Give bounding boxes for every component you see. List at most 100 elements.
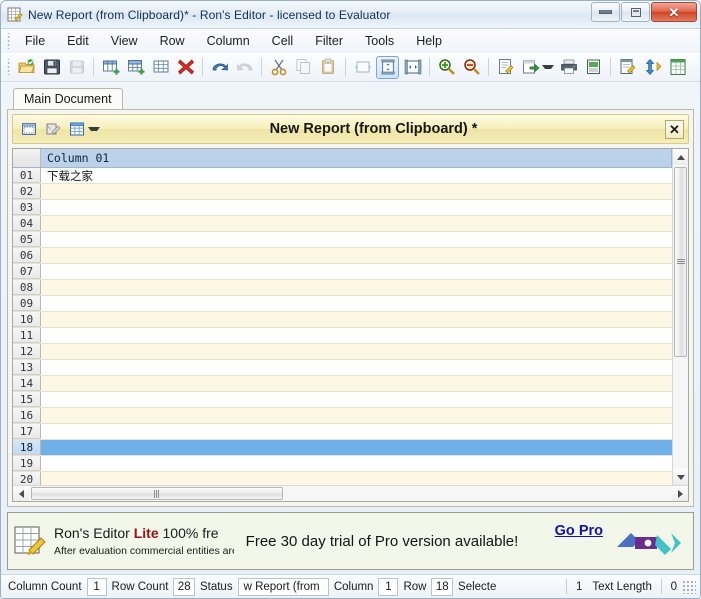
horizontal-scroll-track[interactable] bbox=[29, 486, 672, 501]
table-row[interactable]: 07 bbox=[13, 264, 672, 280]
table-row[interactable]: 04 bbox=[13, 216, 672, 232]
grid-cell[interactable] bbox=[41, 424, 672, 439]
row-header-cell[interactable]: 06 bbox=[13, 248, 41, 263]
grid-cell[interactable] bbox=[41, 376, 672, 391]
grid-cell[interactable] bbox=[41, 344, 672, 359]
row-header-cell[interactable]: 07 bbox=[13, 264, 41, 279]
grid-cell[interactable] bbox=[41, 232, 672, 247]
row-header-cell[interactable]: 20 bbox=[13, 472, 41, 485]
preview-icon[interactable] bbox=[582, 56, 605, 79]
scroll-left-button[interactable] bbox=[13, 486, 29, 501]
row-header-cell[interactable]: 14 bbox=[13, 376, 41, 391]
row-header-cell[interactable]: 12 bbox=[13, 344, 41, 359]
table-row[interactable]: 11 bbox=[13, 328, 672, 344]
close-document-button[interactable]: ✕ bbox=[665, 119, 684, 139]
menu-item-view[interactable]: View bbox=[100, 30, 149, 52]
grid-cell[interactable] bbox=[41, 312, 672, 327]
select-all-icon[interactable] bbox=[17, 118, 40, 141]
grid-cell[interactable] bbox=[41, 248, 672, 263]
save-file-icon[interactable] bbox=[40, 56, 63, 79]
table-row[interactable]: 01 下载之家 bbox=[13, 168, 672, 184]
redo-icon[interactable] bbox=[233, 56, 256, 79]
grid-cell[interactable] bbox=[41, 200, 672, 215]
transpose-icon[interactable] bbox=[641, 56, 664, 79]
close-window-button[interactable]: ✕ bbox=[651, 2, 697, 22]
table-row[interactable]: 05 bbox=[13, 232, 672, 248]
vertical-scrollbar[interactable] bbox=[672, 149, 688, 485]
table-row[interactable]: 16 bbox=[13, 408, 672, 424]
row-header-cell[interactable]: 02 bbox=[13, 184, 41, 199]
table-row[interactable]: 18 bbox=[13, 440, 672, 456]
table-row[interactable]: 17 bbox=[13, 424, 672, 440]
row-header-cell[interactable]: 17 bbox=[13, 424, 41, 439]
toolbar-grip-handle[interactable] bbox=[5, 59, 12, 75]
menu-item-row[interactable]: Row bbox=[149, 30, 196, 52]
vertical-scroll-track[interactable] bbox=[673, 165, 688, 469]
menu-item-file[interactable]: File bbox=[14, 30, 56, 52]
table-row[interactable]: 14 bbox=[13, 376, 672, 392]
table-row[interactable]: 08 bbox=[13, 280, 672, 296]
cut-icon[interactable] bbox=[267, 56, 290, 79]
row-header-cell[interactable]: 04 bbox=[13, 216, 41, 231]
row-header-cell[interactable]: 01 bbox=[13, 168, 41, 183]
clear-icon[interactable] bbox=[41, 118, 64, 141]
menu-item-cell[interactable]: Cell bbox=[261, 30, 305, 52]
vertical-scroll-thumb[interactable] bbox=[674, 167, 687, 357]
row-header-cell[interactable]: 16 bbox=[13, 408, 41, 423]
horizontal-scrollbar[interactable] bbox=[13, 485, 688, 501]
row-header-cell[interactable]: 10 bbox=[13, 312, 41, 327]
menu-grip-handle[interactable] bbox=[5, 33, 12, 49]
horizontal-scroll-thumb[interactable] bbox=[31, 487, 283, 500]
save-all-icon[interactable] bbox=[65, 56, 88, 79]
menu-item-filter[interactable]: Filter bbox=[304, 30, 354, 52]
grid-rows-viewport[interactable]: 01 下载之家 02 03 04 05 06 07 08 09 10 11 12 13 14 15 16 17 18… bbox=[13, 168, 672, 485]
table-row[interactable]: 03 bbox=[13, 200, 672, 216]
grid-cell[interactable] bbox=[41, 472, 672, 485]
grid-cell[interactable] bbox=[41, 264, 672, 279]
menu-item-help[interactable]: Help bbox=[405, 30, 453, 52]
open-file-icon[interactable] bbox=[15, 56, 38, 79]
grid-cell[interactable] bbox=[41, 360, 672, 375]
undo-icon[interactable] bbox=[208, 56, 231, 79]
grid-cell[interactable] bbox=[41, 440, 672, 455]
row-header-cell[interactable]: 08 bbox=[13, 280, 41, 295]
grid-cell[interactable]: 下载之家 bbox=[41, 168, 672, 183]
grid-cell[interactable] bbox=[41, 392, 672, 407]
grid-icon[interactable] bbox=[149, 56, 172, 79]
excel-export-icon[interactable] bbox=[666, 56, 689, 79]
edit-report-icon[interactable] bbox=[494, 56, 517, 79]
edit-document-icon[interactable] bbox=[616, 56, 639, 79]
scroll-down-button[interactable] bbox=[673, 469, 688, 485]
fit-selection-icon[interactable] bbox=[376, 55, 399, 79]
row-header-cell[interactable]: 05 bbox=[13, 232, 41, 247]
table-row[interactable]: 10 bbox=[13, 312, 672, 328]
row-header-cell[interactable]: 13 bbox=[13, 360, 41, 375]
fit-height-icon[interactable] bbox=[401, 56, 424, 79]
grid-cell[interactable] bbox=[41, 328, 672, 343]
export-dropdown-caret-icon[interactable] bbox=[542, 65, 554, 69]
grid-cell[interactable] bbox=[41, 408, 672, 423]
insert-row-icon[interactable] bbox=[124, 56, 147, 79]
zoom-in-icon[interactable] bbox=[435, 56, 458, 79]
row-header-cell[interactable]: 19 bbox=[13, 456, 41, 471]
table-row[interactable]: 15 bbox=[13, 392, 672, 408]
fit-width-icon[interactable] bbox=[351, 56, 374, 79]
paste-icon[interactable] bbox=[317, 56, 340, 79]
menu-item-tools[interactable]: Tools bbox=[354, 30, 405, 52]
export-icon[interactable] bbox=[519, 56, 542, 79]
table-row[interactable]: 09 bbox=[13, 296, 672, 312]
grid-cell[interactable] bbox=[41, 456, 672, 471]
scroll-right-button[interactable] bbox=[672, 486, 688, 501]
column-options-caret-icon[interactable] bbox=[88, 127, 100, 131]
column-header-01[interactable]: Column 01 bbox=[41, 149, 672, 167]
maximize-button[interactable] bbox=[621, 2, 650, 22]
table-row[interactable]: 19 bbox=[13, 456, 672, 472]
grid-cell[interactable] bbox=[41, 280, 672, 295]
menu-item-column[interactable]: Column bbox=[196, 30, 261, 52]
delete-icon[interactable] bbox=[174, 56, 197, 79]
row-header-cell[interactable]: 18 bbox=[13, 440, 41, 455]
zoom-out-icon[interactable] bbox=[460, 56, 483, 79]
table-row[interactable]: 13 bbox=[13, 360, 672, 376]
row-header-cell[interactable]: 11 bbox=[13, 328, 41, 343]
tab-main-document[interactable]: Main Document bbox=[13, 88, 123, 109]
